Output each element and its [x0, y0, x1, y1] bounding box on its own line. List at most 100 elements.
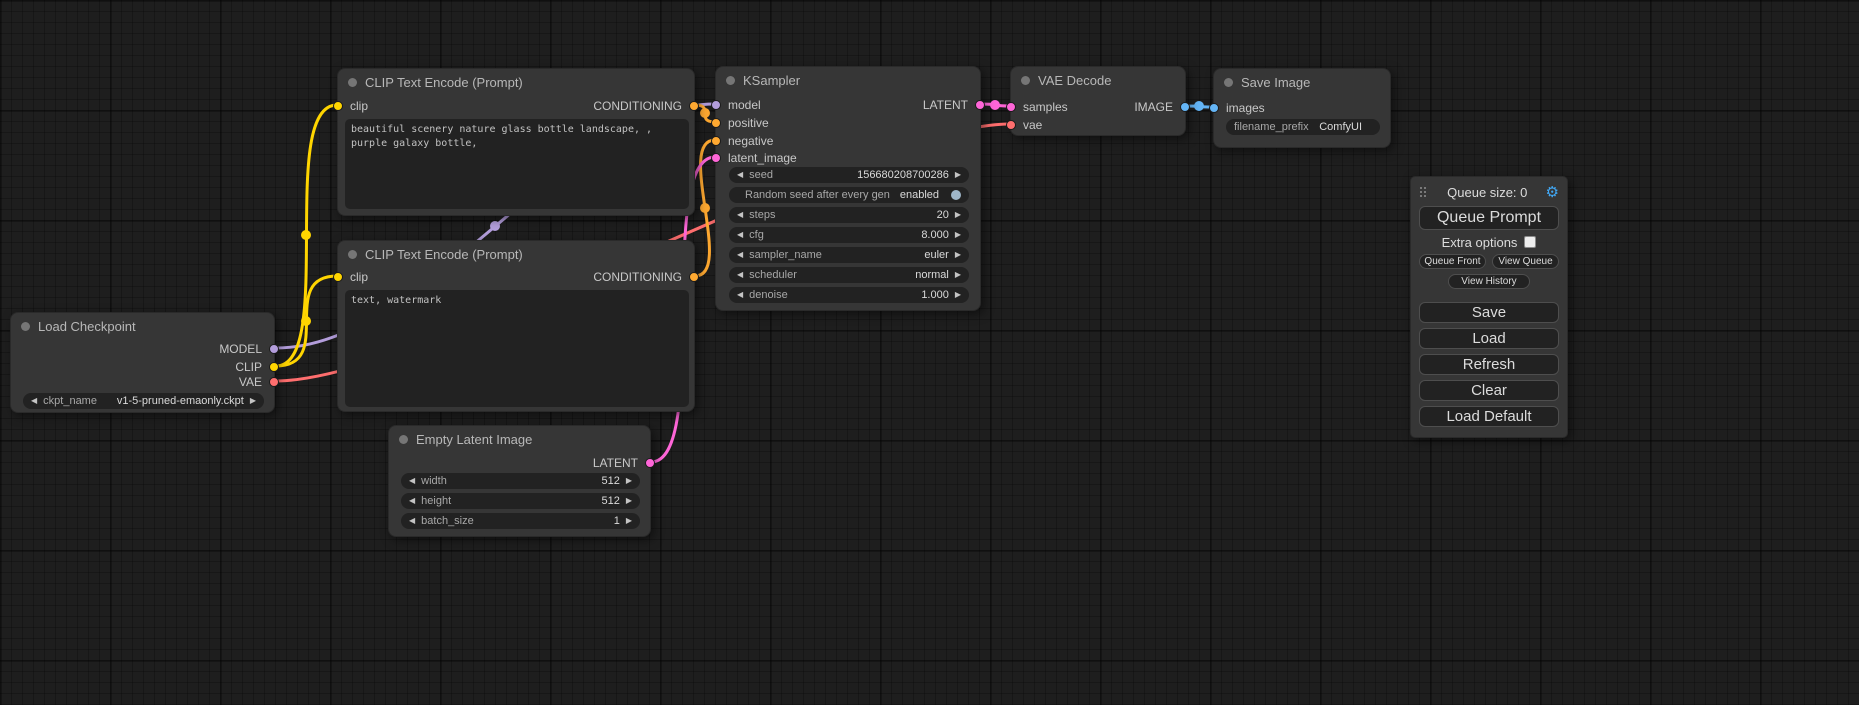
node-empty-latent-image[interactable]: Empty Latent Image LATENT ◀ width 512 ▶ … [388, 425, 651, 537]
decrement-arrow-icon[interactable]: ◀ [409, 477, 415, 485]
widget-random-seed-toggle[interactable]: Random seed after every gen enabled [729, 187, 969, 203]
port-clip-output[interactable]: CLIP [235, 360, 279, 374]
node-title-bar[interactable]: Load Checkpoint [11, 313, 274, 339]
conditioning-port-dot[interactable] [711, 136, 721, 146]
port-latent-image-input[interactable]: latent_image [711, 151, 797, 165]
node-status-dot[interactable] [21, 322, 30, 331]
toggle-dot[interactable] [951, 190, 961, 200]
image-port-dot[interactable] [1180, 102, 1190, 112]
clip-port-dot[interactable] [269, 362, 279, 372]
increment-arrow-icon[interactable]: ▶ [955, 271, 961, 279]
node-load-checkpoint[interactable]: Load Checkpoint MODEL CLIP VAE ◀ ckpt_na… [10, 312, 275, 413]
vae-port-dot[interactable] [269, 377, 279, 387]
widget-batch-size[interactable]: ◀ batch_size 1 ▶ [401, 513, 640, 529]
load-default-button[interactable]: Load Default [1419, 406, 1559, 427]
node-status-dot[interactable] [348, 250, 357, 259]
widget-seed[interactable]: ◀ seed 156680208700286 ▶ [729, 167, 969, 183]
decrement-arrow-icon[interactable]: ◀ [409, 517, 415, 525]
model-port-dot[interactable] [269, 344, 279, 354]
node-title-bar[interactable]: CLIP Text Encode (Prompt) [338, 69, 694, 95]
node-title-bar[interactable]: CLIP Text Encode (Prompt) [338, 241, 694, 267]
view-queue-button[interactable]: View Queue [1492, 254, 1559, 269]
clear-button[interactable]: Clear [1419, 380, 1559, 401]
port-model-input[interactable]: model [711, 98, 761, 112]
decrement-arrow-icon[interactable]: ◀ [737, 211, 743, 219]
refresh-button[interactable]: Refresh [1419, 354, 1559, 375]
decrement-arrow-icon[interactable]: ◀ [737, 171, 743, 179]
model-port-dot[interactable] [711, 100, 721, 110]
conditioning-port-dot[interactable] [689, 101, 699, 111]
port-latent-output[interactable]: LATENT [593, 456, 655, 470]
port-vae-input[interactable]: vae [1006, 118, 1042, 132]
node-status-dot[interactable] [726, 76, 735, 85]
port-clip-input[interactable]: clip [333, 99, 368, 113]
node-canvas[interactable]: Load Checkpoint MODEL CLIP VAE ◀ ckpt_na… [0, 0, 1859, 705]
prompt-textarea[interactable]: text, watermark [345, 290, 689, 407]
increment-arrow-icon[interactable]: ▶ [626, 477, 632, 485]
port-negative-input[interactable]: negative [711, 134, 773, 148]
port-clip-input[interactable]: clip [333, 270, 368, 284]
node-vae-decode[interactable]: VAE Decode samples vae IMAGE [1010, 66, 1186, 136]
node-title-bar[interactable]: Save Image [1214, 69, 1390, 95]
widget-width[interactable]: ◀ width 512 ▶ [401, 473, 640, 489]
drag-handle-icon[interactable] [1419, 186, 1429, 198]
increment-arrow-icon[interactable]: ▶ [955, 291, 961, 299]
node-clip-text-encode-positive[interactable]: CLIP Text Encode (Prompt) clip CONDITION… [337, 68, 695, 216]
decrement-arrow-icon[interactable]: ◀ [737, 271, 743, 279]
latent-port-dot[interactable] [1006, 102, 1016, 112]
widget-denoise[interactable]: ◀ denoise 1.000 ▶ [729, 287, 969, 303]
node-status-dot[interactable] [1021, 76, 1030, 85]
load-button[interactable]: Load [1419, 328, 1559, 349]
port-conditioning-output[interactable]: CONDITIONING [593, 270, 699, 284]
node-status-dot[interactable] [348, 78, 357, 87]
increment-arrow-icon[interactable]: ▶ [955, 251, 961, 259]
save-button[interactable]: Save [1419, 302, 1559, 323]
increment-arrow-icon[interactable]: ▶ [250, 397, 256, 405]
decrement-arrow-icon[interactable]: ◀ [31, 397, 37, 405]
decrement-arrow-icon[interactable]: ◀ [737, 291, 743, 299]
widget-ckpt-name[interactable]: ◀ ckpt_name v1-5-pruned-emaonly.ckpt ▶ [23, 393, 264, 409]
widget-height[interactable]: ◀ height 512 ▶ [401, 493, 640, 509]
conditioning-port-dot[interactable] [711, 118, 721, 128]
increment-arrow-icon[interactable]: ▶ [626, 517, 632, 525]
port-samples-input[interactable]: samples [1006, 100, 1068, 114]
node-ksampler[interactable]: KSampler model positive negative latent_… [715, 66, 981, 311]
increment-arrow-icon[interactable]: ▶ [955, 171, 961, 179]
clip-port-dot[interactable] [333, 101, 343, 111]
latent-port-dot[interactable] [711, 153, 721, 163]
node-clip-text-encode-negative[interactable]: CLIP Text Encode (Prompt) clip CONDITION… [337, 240, 695, 412]
prompt-textarea[interactable]: beautiful scenery nature glass bottle la… [345, 119, 689, 209]
image-port-dot[interactable] [1209, 103, 1219, 113]
latent-port-dot[interactable] [975, 100, 985, 110]
port-image-output[interactable]: IMAGE [1134, 100, 1190, 114]
node-save-image[interactable]: Save Image images filename_prefix ComfyU… [1213, 68, 1391, 148]
widget-scheduler[interactable]: ◀ scheduler normal ▶ [729, 267, 969, 283]
port-conditioning-output[interactable]: CONDITIONING [593, 99, 699, 113]
extra-options-checkbox[interactable] [1524, 236, 1536, 248]
settings-gear-icon[interactable]: ⚙ [1546, 185, 1559, 200]
decrement-arrow-icon[interactable]: ◀ [737, 251, 743, 259]
widget-cfg[interactable]: ◀ cfg 8.000 ▶ [729, 227, 969, 243]
clip-port-dot[interactable] [333, 272, 343, 282]
port-latent-output[interactable]: LATENT [923, 98, 985, 112]
queue-prompt-button[interactable]: Queue Prompt [1419, 206, 1559, 230]
conditioning-port-dot[interactable] [689, 272, 699, 282]
port-model-output[interactable]: MODEL [219, 342, 279, 356]
port-positive-input[interactable]: positive [711, 116, 769, 130]
increment-arrow-icon[interactable]: ▶ [955, 211, 961, 219]
vae-port-dot[interactable] [1006, 120, 1016, 130]
queue-front-button[interactable]: Queue Front [1419, 254, 1486, 269]
increment-arrow-icon[interactable]: ▶ [955, 231, 961, 239]
decrement-arrow-icon[interactable]: ◀ [737, 231, 743, 239]
view-history-button[interactable]: View History [1448, 274, 1529, 289]
latent-port-dot[interactable] [645, 458, 655, 468]
node-title-bar[interactable]: Empty Latent Image [389, 426, 650, 452]
widget-filename-prefix[interactable]: filename_prefix ComfyUI [1226, 119, 1380, 135]
increment-arrow-icon[interactable]: ▶ [626, 497, 632, 505]
node-title-bar[interactable]: VAE Decode [1011, 67, 1185, 93]
node-title-bar[interactable]: KSampler [716, 67, 980, 93]
decrement-arrow-icon[interactable]: ◀ [409, 497, 415, 505]
widget-steps[interactable]: ◀ steps 20 ▶ [729, 207, 969, 223]
widget-sampler-name[interactable]: ◀ sampler_name euler ▶ [729, 247, 969, 263]
port-vae-output[interactable]: VAE [239, 375, 279, 389]
